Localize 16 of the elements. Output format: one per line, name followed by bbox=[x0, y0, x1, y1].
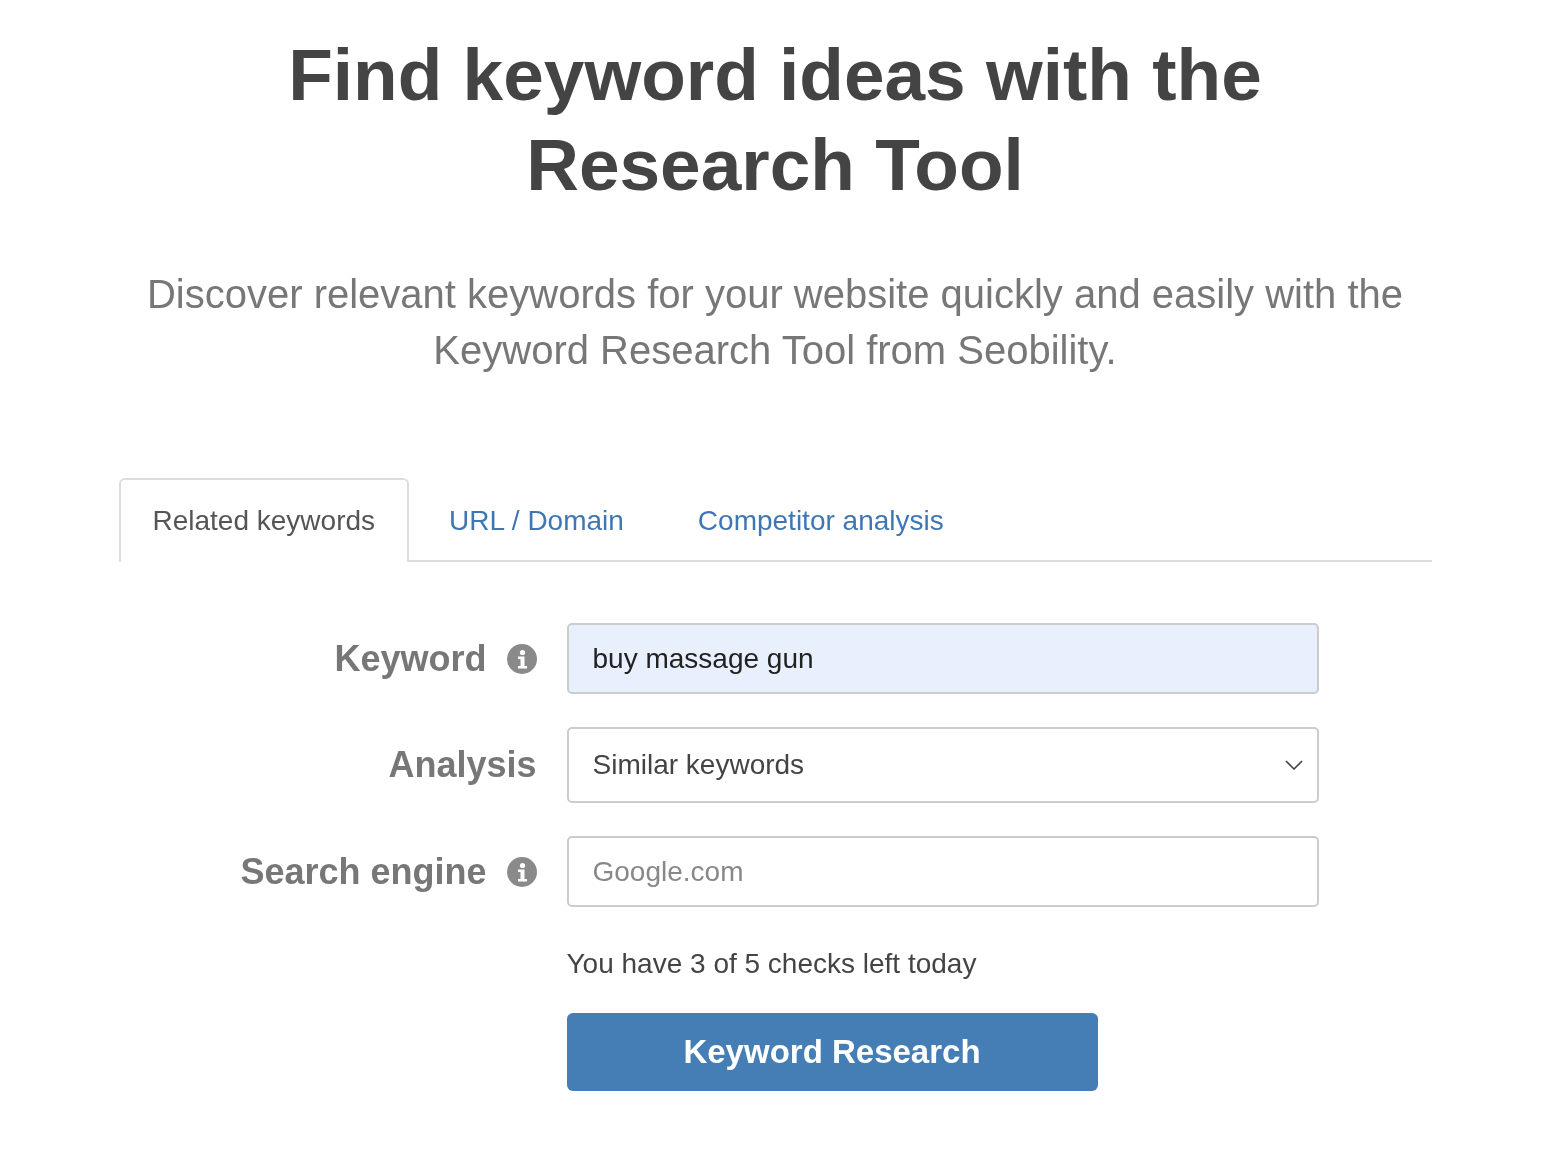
field-label: Keyword bbox=[334, 637, 487, 680]
quota-text: You have 3 of 5 checks left today bbox=[566, 947, 977, 981]
page-title: Find keyword ideas with the Research Tool bbox=[287, 33, 1263, 207]
tab[interactable]: Related keywords bbox=[118, 478, 410, 562]
dropdown-field[interactable]: Similar keywords bbox=[566, 727, 1319, 803]
chevron-down-icon bbox=[1284, 760, 1303, 770]
info-icon[interactable] bbox=[506, 856, 537, 887]
tab[interactable]: URL / Domain bbox=[415, 478, 658, 562]
keyword-research-button[interactable]: Keyword Research bbox=[566, 1013, 1098, 1091]
info-icon[interactable] bbox=[506, 643, 537, 674]
page-subtitle: Discover relevant keywords for your website quickly and easily with the Keyword Research Tool from Seobility. bbox=[145, 271, 1405, 374]
field-label: Analysis bbox=[388, 744, 537, 786]
input-field[interactable]: Google.com bbox=[566, 836, 1319, 907]
input-field[interactable]: buy massage gun bbox=[566, 623, 1319, 694]
field-label: Search engine bbox=[240, 850, 487, 893]
tab[interactable]: Competitor analysis bbox=[663, 478, 978, 562]
